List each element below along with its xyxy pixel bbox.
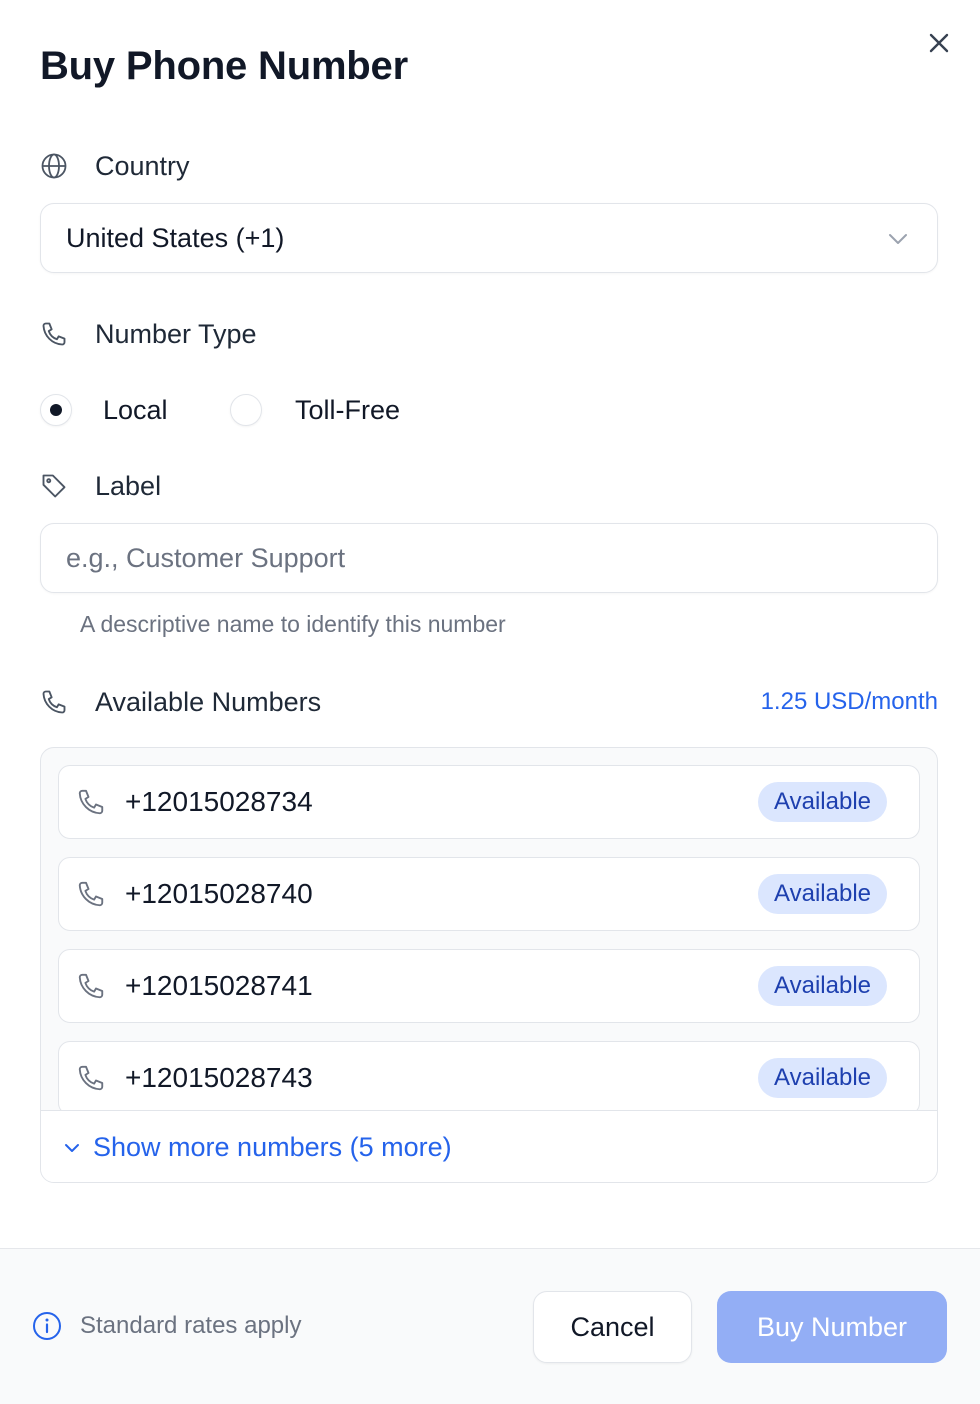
country-select[interactable]: United States (+1) <box>40 203 938 273</box>
label-input[interactable] <box>40 523 938 593</box>
rates-note-text: Standard rates apply <box>80 1312 302 1339</box>
status-badge: Available <box>758 874 887 914</box>
number-row[interactable]: +12015028741 Available <box>58 949 920 1023</box>
phone-icon <box>40 688 68 716</box>
show-more-label: Show more numbers (5 more) <box>93 1132 452 1162</box>
label-label-row: Label <box>40 466 161 506</box>
dialog-footer: Standard rates apply Cancel Buy Number <box>0 1248 980 1404</box>
buy-phone-number-dialog: Buy Phone Number Country United States (… <box>0 0 980 1404</box>
phone-icon <box>78 881 104 907</box>
radio-toll-free-label[interactable]: Toll-Free <box>295 394 400 426</box>
number-row[interactable]: +12015028734 Available <box>58 765 920 839</box>
label-helper-text: A descriptive name to identify this numb… <box>80 611 506 637</box>
price-per-month: 1.25 USD/month <box>760 688 938 715</box>
available-numbers-list: +12015028734 Available +12015028740 Avai… <box>40 747 938 1183</box>
buy-number-button[interactable]: Buy Number <box>717 1291 947 1363</box>
number-row[interactable]: +12015028740 Available <box>58 857 920 931</box>
radio-local-label[interactable]: Local <box>103 394 168 426</box>
radio-selected-dot <box>50 404 62 416</box>
status-badge: Available <box>758 782 887 822</box>
phone-icon <box>78 973 104 999</box>
phone-number: +12015028740 <box>125 878 313 909</box>
globe-icon <box>40 152 68 180</box>
radio-local[interactable] <box>40 394 72 426</box>
tag-icon <box>40 472 68 500</box>
available-numbers-label: Available Numbers <box>95 686 322 717</box>
numbers-scroll-area[interactable]: +12015028734 Available +12015028740 Avai… <box>41 748 937 1110</box>
phone-icon <box>78 789 104 815</box>
country-selected-value: United States (+1) <box>66 222 285 253</box>
status-badge: Available <box>758 966 887 1006</box>
status-badge: Available <box>758 1058 887 1098</box>
radio-toll-free[interactable] <box>230 394 262 426</box>
phone-icon <box>40 320 68 348</box>
chevron-down-icon <box>889 234 907 244</box>
rates-note: Standard rates apply <box>32 1311 301 1341</box>
close-icon <box>929 33 949 53</box>
number-type-label: Number Type <box>95 318 257 349</box>
phone-number: +12015028741 <box>125 970 313 1001</box>
phone-number: +12015028734 <box>125 786 313 817</box>
phone-icon <box>78 1065 104 1091</box>
info-icon <box>33 1312 61 1340</box>
show-more-numbers-button[interactable]: Show more numbers (5 more) <box>41 1110 937 1182</box>
available-numbers-label-row: Available Numbers <box>40 682 321 722</box>
country-label-row: Country <box>40 146 190 186</box>
number-row[interactable]: +12015028743 Available <box>58 1041 920 1110</box>
cancel-button[interactable]: Cancel <box>533 1291 692 1363</box>
dialog-title: Buy Phone Number <box>40 44 408 88</box>
chevron-down-icon <box>65 1143 79 1152</box>
country-label: Country <box>95 150 190 181</box>
phone-number: +12015028743 <box>125 1062 313 1093</box>
number-type-label-row: Number Type <box>40 314 257 354</box>
label-field-label: Label <box>95 470 162 501</box>
close-button[interactable] <box>920 24 958 62</box>
